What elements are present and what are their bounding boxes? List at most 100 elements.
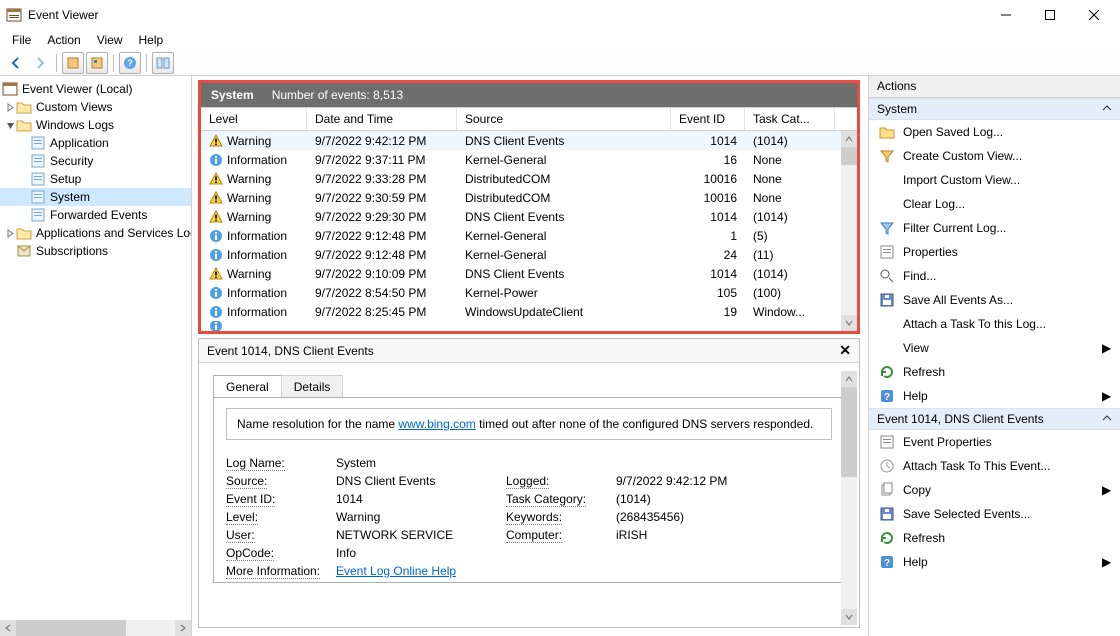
action-create-custom-view[interactable]: Create Custom View...: [869, 144, 1120, 168]
action-refresh-2[interactable]: Refresh: [869, 526, 1120, 550]
table-row[interactable]: Warning9/7/2022 9:42:12 PMDNS Client Eve…: [201, 131, 857, 150]
action-help-2[interactable]: ?Help▶: [869, 550, 1120, 574]
tree-setup[interactable]: Setup: [0, 170, 191, 188]
forward-button[interactable]: [29, 52, 51, 74]
tool-1[interactable]: [62, 52, 84, 74]
tree-system[interactable]: System: [0, 188, 191, 206]
val-source: DNS Client Events: [336, 474, 506, 488]
close-icon[interactable]: ✕: [839, 342, 851, 359]
tree-custom-views[interactable]: Custom Views: [0, 98, 191, 116]
table-row[interactable]: Information9/7/2022 9:12:48 PMKernel-Gen…: [201, 245, 857, 264]
menu-help[interactable]: Help: [131, 31, 172, 49]
col-level[interactable]: Level: [201, 108, 307, 130]
info-icon: [209, 305, 223, 319]
cell-taskcat: (5): [745, 229, 835, 243]
tree-security[interactable]: Security: [0, 152, 191, 170]
action-filter-log[interactable]: Filter Current Log...: [869, 216, 1120, 240]
action-attach-task-event[interactable]: Attach Task To This Event...: [869, 454, 1120, 478]
collapse-icon[interactable]: [4, 119, 16, 131]
menu-file[interactable]: File: [4, 31, 39, 49]
refresh-icon: [879, 364, 895, 380]
moreinfo-link[interactable]: Event Log Online Help: [336, 564, 456, 578]
table-row[interactable]: Information9/7/2022 8:54:50 PMKernel-Pow…: [201, 283, 857, 302]
table-row[interactable]: Information9/7/2022 9:12:48 PMKernel-Gen…: [201, 226, 857, 245]
table-row[interactable]: Information9/7/2022 8:25:45 PMWindowsUpd…: [201, 302, 857, 321]
tree-windows-logs[interactable]: Windows Logs: [0, 116, 191, 134]
tool-3[interactable]: [152, 52, 174, 74]
col-eventid[interactable]: Event ID: [671, 108, 745, 130]
table-row[interactable]: Warning9/7/2022 9:30:59 PMDistributedCOM…: [201, 188, 857, 207]
scroll-down-icon[interactable]: [841, 609, 857, 625]
msg-link[interactable]: www.bing.com: [398, 417, 475, 431]
action-copy[interactable]: Copy▶: [869, 478, 1120, 502]
tree-forwarded[interactable]: Forwarded Events: [0, 206, 191, 224]
scroll-down-icon[interactable]: [841, 315, 857, 331]
table-row[interactable]: Information9/7/2022 9:37:11 PMKernel-Gen…: [201, 150, 857, 169]
tree-label: Custom Views: [36, 100, 112, 114]
grid-vscrollbar[interactable]: [841, 131, 857, 331]
cell-eventid: 19: [671, 305, 745, 319]
maximize-button[interactable]: [1028, 1, 1072, 29]
action-find[interactable]: Find...: [869, 264, 1120, 288]
tree-root[interactable]: Event Viewer (Local): [0, 80, 191, 98]
scroll-right-icon[interactable]: [175, 620, 191, 636]
action-view[interactable]: View▶: [869, 336, 1120, 360]
back-button[interactable]: [5, 52, 27, 74]
close-button[interactable]: [1072, 1, 1116, 29]
expand-icon[interactable]: [4, 101, 16, 113]
tree-subscriptions[interactable]: Subscriptions: [0, 242, 191, 260]
col-source[interactable]: Source: [457, 108, 671, 130]
cell-eventid: 1014: [671, 134, 745, 148]
action-save-selected[interactable]: Save Selected Events...: [869, 502, 1120, 526]
table-row[interactable]: Warning9/7/2022 9:10:09 PMDNS Client Eve…: [201, 264, 857, 283]
scroll-left-icon[interactable]: [0, 620, 16, 636]
cell-date: 9/7/2022 9:12:48 PM: [307, 248, 457, 262]
menu-action[interactable]: Action: [39, 31, 88, 49]
cell-source: DNS Client Events: [457, 267, 671, 281]
properties-icon: [879, 244, 895, 260]
help-button[interactable]: ?: [119, 52, 141, 74]
action-refresh[interactable]: Refresh: [869, 360, 1120, 384]
scroll-thumb[interactable]: [841, 387, 857, 477]
minimize-button[interactable]: [984, 1, 1028, 29]
action-save-all-events[interactable]: Save All Events As...: [869, 288, 1120, 312]
svg-text:?: ?: [884, 558, 890, 569]
tree-hscrollbar[interactable]: [0, 620, 191, 636]
cell-level: Warning: [227, 267, 271, 281]
col-taskcat[interactable]: Task Cat...: [745, 108, 835, 130]
task-icon: [879, 458, 895, 474]
scroll-up-icon[interactable]: [841, 131, 857, 147]
lbl-logged: Logged:: [506, 474, 616, 488]
scroll-thumb[interactable]: [841, 147, 857, 165]
expand-icon[interactable]: [4, 227, 16, 239]
col-date[interactable]: Date and Time: [307, 108, 457, 130]
scroll-up-icon[interactable]: [841, 371, 857, 387]
action-attach-task[interactable]: Attach a Task To this Log...: [869, 312, 1120, 336]
detail-vscrollbar[interactable]: [841, 371, 857, 625]
log-icon: [30, 153, 46, 169]
table-row[interactable]: Warning9/7/2022 9:33:28 PMDistributedCOM…: [201, 169, 857, 188]
table-row-cutoff[interactable]: [201, 321, 857, 331]
info-icon: [209, 321, 223, 331]
action-event-properties[interactable]: Event Properties: [869, 430, 1120, 454]
action-properties[interactable]: Properties: [869, 240, 1120, 264]
help-icon: ?: [879, 388, 895, 404]
lbl-source: Source:: [226, 474, 336, 488]
window-title: Event Viewer: [28, 8, 984, 22]
actions-section-event[interactable]: Event 1014, DNS Client Events: [869, 408, 1120, 430]
cell-level: Information: [227, 153, 287, 167]
action-clear-log[interactable]: Clear Log...: [869, 192, 1120, 216]
action-import-custom-view[interactable]: Import Custom View...: [869, 168, 1120, 192]
menu-view[interactable]: View: [89, 31, 131, 49]
tree-application[interactable]: Application: [0, 134, 191, 152]
action-help[interactable]: ?Help▶: [869, 384, 1120, 408]
actions-section-system[interactable]: System: [869, 98, 1120, 120]
action-open-saved-log[interactable]: Open Saved Log...: [869, 120, 1120, 144]
tab-details[interactable]: Details: [281, 375, 344, 398]
table-row[interactable]: Warning9/7/2022 9:29:30 PMDNS Client Eve…: [201, 207, 857, 226]
tab-general[interactable]: General: [213, 375, 282, 398]
title-bar: Event Viewer: [0, 0, 1120, 30]
scroll-thumb[interactable]: [16, 620, 126, 636]
tool-2[interactable]: [86, 52, 108, 74]
tree-apps-services[interactable]: Applications and Services Logs: [0, 224, 191, 242]
